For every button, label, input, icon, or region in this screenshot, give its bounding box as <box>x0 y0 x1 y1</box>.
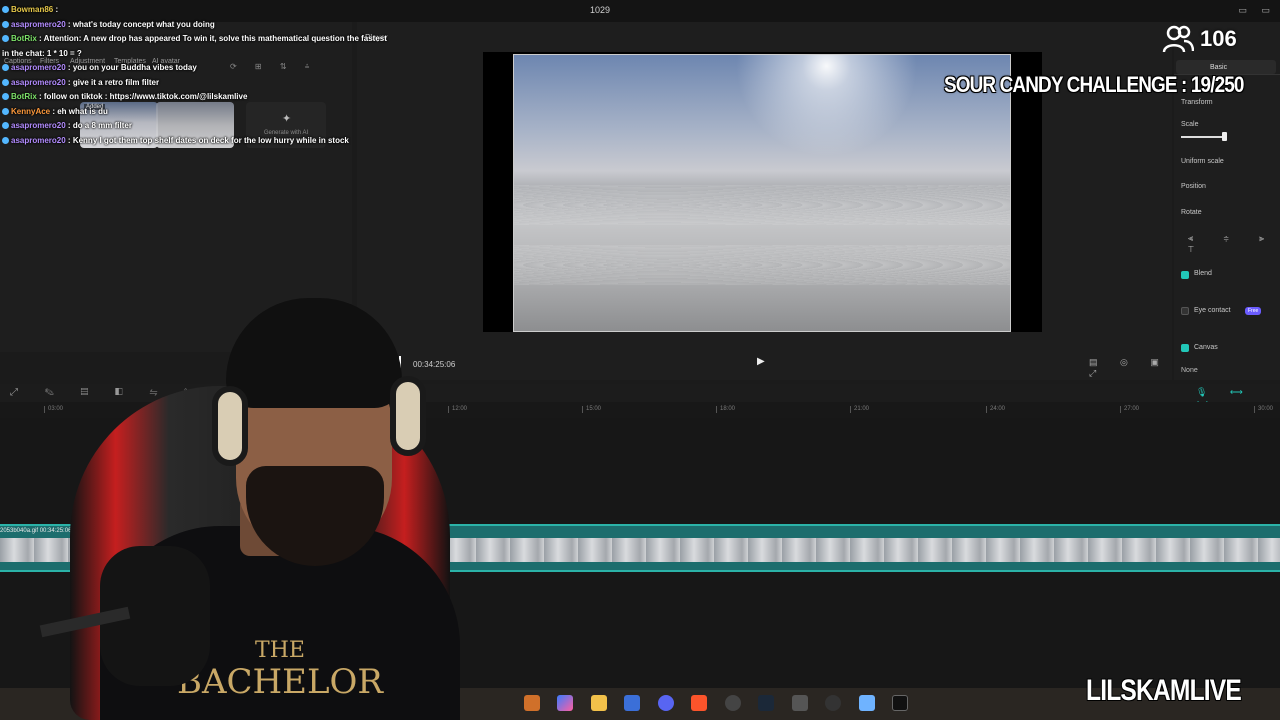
chat-badge-icon <box>2 107 9 115</box>
window-title: 1029 <box>590 5 611 15</box>
canvas-label: Canvas <box>1194 344 1218 351</box>
chat-username: asapromero20 <box>11 63 66 72</box>
position-label: Position <box>1181 183 1206 190</box>
chat-username: asapromero20 <box>11 19 66 29</box>
chat-message: BotRix : follow on tiktok : https://www.… <box>2 90 432 105</box>
viewer-count: 106 <box>1200 26 1237 51</box>
chat-message: asapromero20 : Kenny I got them top shel… <box>2 134 432 149</box>
transform-section[interactable]: Transform <box>1181 99 1213 106</box>
canvas-select[interactable]: None <box>1181 367 1198 374</box>
chat-text: follow on tiktok : https://www.tiktok.co… <box>43 92 248 101</box>
ruler-tick: 15:00 <box>581 406 602 413</box>
chat-separator: : <box>65 77 73 87</box>
discord-icon[interactable] <box>657 694 674 711</box>
chat-text: what's today concept what you doing <box>72 19 215 29</box>
stream-screen: 1029 ▭ ▭ Captions Filters Adjustment Tem… <box>0 0 1280 720</box>
chat-username: BotRix <box>11 92 37 101</box>
scale-slider-handle[interactable] <box>1222 132 1227 141</box>
chat-badge-icon <box>2 20 9 28</box>
chat-message: asapromero20 : give it a retro film filt… <box>2 76 432 91</box>
chat-separator: : <box>36 92 44 101</box>
chat-separator: : <box>65 63 73 72</box>
chat-message: Bowman86 : <box>2 3 432 18</box>
capcut-icon[interactable] <box>891 694 908 711</box>
window-controls[interactable]: ▭ ▭ <box>1238 5 1276 16</box>
durag <box>226 298 402 408</box>
chat-username: asapromero20 <box>11 121 66 130</box>
chat-message: asapromero20 : do a 8 mm filter <box>2 119 432 134</box>
eye-contact-label: Eye contact <box>1194 307 1231 314</box>
blend-checkbox[interactable] <box>1181 271 1189 279</box>
scale-slider-track[interactable] <box>1181 136 1225 138</box>
scale-label: Scale <box>1181 121 1199 128</box>
chat-text: do a 8 mm filter <box>72 121 132 130</box>
chat-text: in the chat: 1 * 10 = ? <box>2 48 82 58</box>
chat-badge-icon <box>2 93 9 100</box>
chat-text: give it a retro film filter <box>72 77 160 87</box>
store-icon[interactable] <box>624 694 641 711</box>
chat-username: asapromero20 <box>11 77 66 87</box>
chat-separator: : <box>53 5 59 14</box>
chat-badge-icon <box>2 35 9 42</box>
align-buttons[interactable]: ⫷ ≑ ⫸ ⊤ <box>1188 233 1280 255</box>
chat-text: eh what is du <box>57 106 108 116</box>
chat-message: in the chat: 1 * 10 = ? <box>2 47 432 62</box>
challenge-banner: SOUR CANDY CHALLENGE : 19/250 <box>944 72 1244 97</box>
chat-username: KennyAce <box>11 106 51 116</box>
headphone-left <box>212 386 248 466</box>
chat-badge-icon <box>2 6 9 13</box>
headphone-right <box>390 376 426 456</box>
uniform-scale-label: Uniform scale <box>1181 158 1224 165</box>
chat-message: BotRix : Attention: A new drop has appea… <box>2 32 432 47</box>
ruler-tick: 27:00 <box>1119 406 1140 413</box>
taskbar-icons <box>524 694 921 714</box>
play-icon[interactable]: ▶ <box>757 356 769 368</box>
chat-text: Kenny I got them top shelf dates on deck… <box>72 135 349 145</box>
chat-badge-icon <box>2 64 9 71</box>
chat-username: asapromero20 <box>11 135 66 145</box>
chat-overlay: Bowman86 : asapromero20 : what's today co… <box>2 3 432 148</box>
chat-separator: : <box>36 34 44 43</box>
folder-icon[interactable] <box>590 694 607 711</box>
copilot-icon[interactable] <box>557 694 574 711</box>
ruler-tick: 30:00 <box>1253 406 1274 413</box>
chat-text: Attention: A new drop has appeared To wi… <box>43 34 387 43</box>
webcam-overlay: THE BACHELOR <box>39 296 510 720</box>
app-icon[interactable] <box>791 694 808 711</box>
cloud-layer <box>514 185 1010 225</box>
chat-message: KennyAce : eh what is du <box>2 105 432 120</box>
obs-icon[interactable] <box>724 694 741 711</box>
chat-username: Bowman86 <box>11 5 54 14</box>
cloud-layer <box>514 245 1010 285</box>
notepad-icon[interactable] <box>858 694 875 711</box>
ruler-tick: 24:00 <box>985 406 1006 413</box>
steam-icon[interactable] <box>758 694 775 711</box>
ruler-tick: 21:00 <box>849 406 870 413</box>
chat-message: asapromero20 : what's today concept what… <box>2 18 432 33</box>
chat-separator: : <box>65 135 73 145</box>
blend-label: Blend <box>1194 270 1212 277</box>
chat-badge-icon <box>2 78 9 86</box>
brave-icon[interactable] <box>691 694 708 711</box>
video-preview[interactable] <box>513 54 1011 332</box>
rotate-label: Rotate <box>1181 209 1202 216</box>
chat-badge-icon <box>2 122 9 129</box>
viewers-icon <box>1162 25 1194 53</box>
app-icon[interactable] <box>524 694 540 711</box>
channel-watermark: LILSKAMLIVE <box>1086 674 1242 707</box>
chat-message: asapromero20 : you on your Buddha vibes … <box>2 61 432 76</box>
chat-separator: : <box>65 121 73 130</box>
player-view-controls[interactable]: ▤ ◎ ▣ ⤢ <box>1089 357 1172 379</box>
chat-username: BotRix <box>11 34 37 43</box>
chat-badge-icon <box>2 136 9 144</box>
canvas-checkbox[interactable] <box>1181 344 1189 352</box>
chat-separator: : <box>65 19 73 29</box>
eye-contact-checkbox[interactable] <box>1181 307 1189 315</box>
4k-icon[interactable] <box>825 694 842 711</box>
ruler-tick: 18:00 <box>715 406 736 413</box>
free-badge: Free <box>1245 307 1262 315</box>
tab-basic-label: Basic <box>1210 64 1228 71</box>
chat-text: you on your Buddha vibes today <box>72 63 197 72</box>
